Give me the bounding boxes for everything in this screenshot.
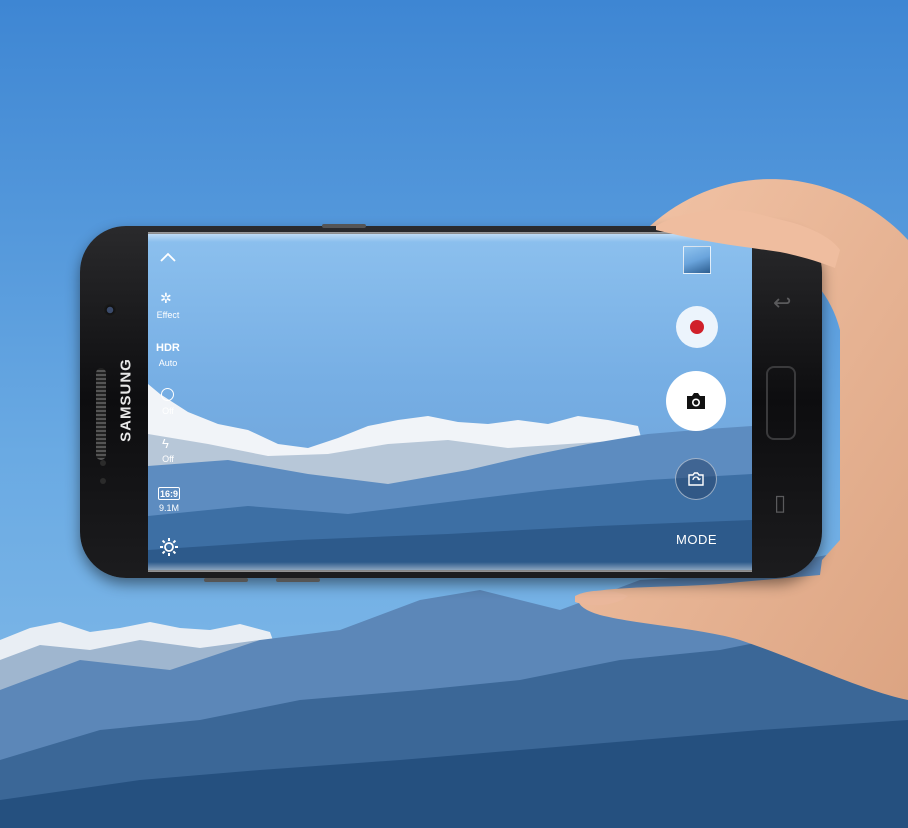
hdr-label: Auto bbox=[158, 358, 178, 368]
camera-icon bbox=[687, 393, 705, 409]
light-sensor bbox=[100, 478, 106, 484]
viewfinder-landscape bbox=[148, 384, 752, 570]
edge-highlight-top bbox=[148, 232, 752, 242]
gallery-thumbnail[interactable] bbox=[683, 246, 711, 274]
switch-camera-icon bbox=[688, 472, 704, 486]
hdr-button[interactable]: HDR Auto bbox=[148, 342, 188, 374]
front-camera bbox=[103, 303, 117, 317]
timer-label: Off bbox=[162, 406, 174, 416]
mode-button[interactable]: MODE bbox=[676, 532, 717, 547]
home-button[interactable] bbox=[766, 366, 796, 440]
hdr-icon: HDR bbox=[156, 342, 180, 354]
switch-camera-button[interactable] bbox=[675, 458, 717, 500]
side-key-left bbox=[204, 578, 248, 582]
gear-icon[interactable] bbox=[159, 537, 179, 562]
effects-button[interactable]: ✲ Effect bbox=[148, 290, 188, 326]
flash-icon: ϟ bbox=[162, 436, 169, 451]
proximity-sensor bbox=[100, 460, 106, 466]
effects-label: Effect bbox=[156, 310, 180, 320]
record-icon bbox=[690, 320, 704, 334]
side-key-right bbox=[276, 578, 320, 582]
capture-button[interactable] bbox=[666, 371, 726, 431]
back-key-icon: ↩ bbox=[773, 290, 792, 315]
edge-highlight-bottom bbox=[148, 562, 752, 572]
camera-viewfinder[interactable] bbox=[148, 234, 752, 570]
recent-apps-key-icon: ▯ bbox=[774, 490, 787, 515]
flash-label: Off bbox=[162, 454, 174, 464]
brand-logo: SAMSUNG bbox=[117, 358, 135, 442]
timer-icon bbox=[161, 388, 174, 401]
chevron-up-icon[interactable] bbox=[158, 250, 178, 269]
timer-button[interactable]: Off bbox=[148, 388, 188, 422]
record-button[interactable] bbox=[676, 306, 718, 348]
sparkle-icon: ✲ bbox=[160, 290, 172, 306]
flash-button[interactable]: ϟ Off bbox=[148, 436, 188, 470]
volume-button bbox=[322, 224, 366, 228]
megapixels-label: 9.1M bbox=[158, 503, 179, 513]
aspect-ratio-badge[interactable]: 16:9 bbox=[158, 487, 180, 500]
earpiece-speaker bbox=[96, 368, 106, 460]
